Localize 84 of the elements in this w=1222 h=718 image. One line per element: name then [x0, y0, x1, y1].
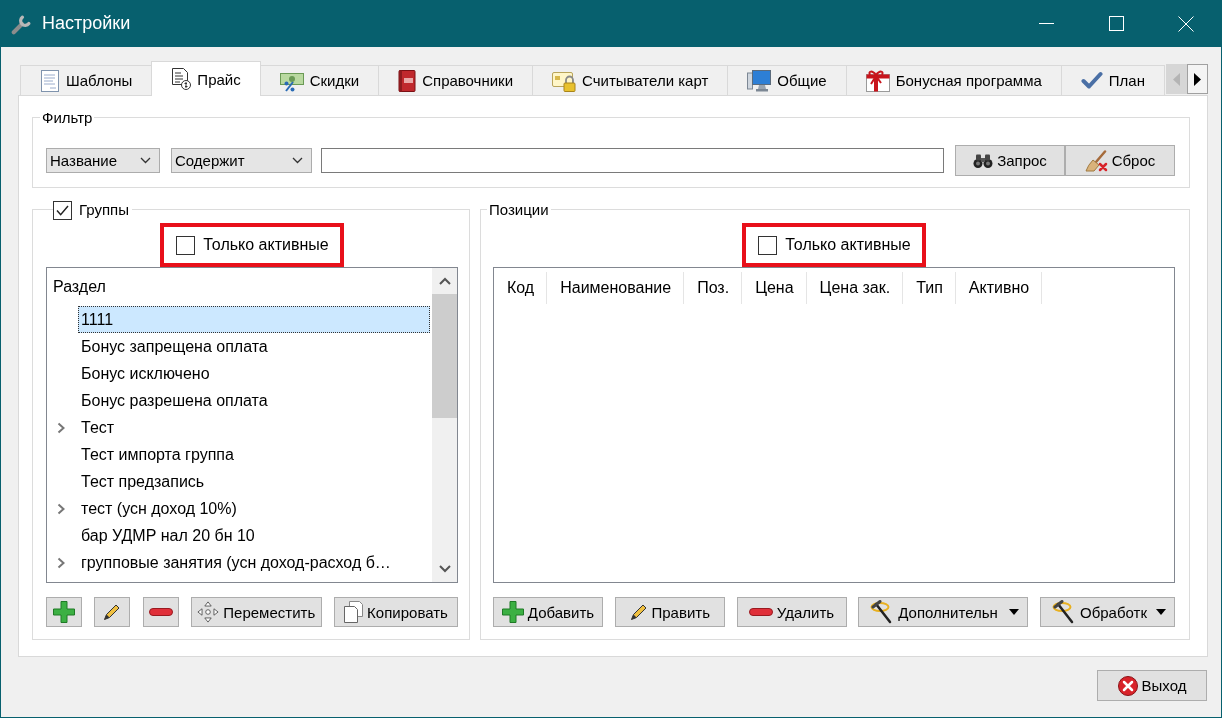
minimize-icon — [1038, 23, 1054, 24]
tab[interactable]: Бонусная программа — [845, 65, 1062, 95]
document-coin-icon — [171, 68, 192, 90]
checkbox[interactable] — [176, 235, 196, 255]
field-dropdown[interactable]: Название — [46, 148, 160, 173]
reset-button[interactable]: Сброс — [1065, 145, 1175, 176]
chevron-down-icon — [140, 157, 151, 164]
monitor-icon — [747, 69, 772, 92]
checkbox[interactable] — [758, 235, 778, 255]
column-header[interactable]: Цена зак. — [806, 272, 904, 304]
edit-button[interactable]: Править — [614, 597, 725, 627]
copy-icon — [344, 601, 364, 623]
checkbox-label: Только активные — [203, 236, 329, 254]
chevron-down-icon[interactable] — [438, 565, 451, 573]
copy-button[interactable]: Копировать — [334, 597, 458, 627]
tree-item[interactable]: Тест — [78, 414, 430, 441]
minus-icon — [748, 607, 773, 617]
column-header[interactable]: Наименование — [547, 272, 685, 304]
column-header[interactable]: Активно — [955, 272, 1043, 304]
close-icon — [1178, 15, 1194, 32]
chevron-right-icon[interactable] — [57, 556, 65, 569]
processing-button[interactable]: Обработк — [1040, 597, 1175, 627]
tree-item[interactable]: Бонус разрешена оплата — [78, 387, 430, 414]
chevron-down-icon — [292, 157, 303, 164]
tab[interactable]: План — [1060, 65, 1165, 95]
tree-item[interactable]: Тест импорта группа — [78, 441, 430, 468]
chevron-right-icon[interactable] — [57, 502, 65, 515]
search-field[interactable] — [321, 148, 944, 173]
tree-item[interactable]: групповые занятия (усн доход-расход б… — [78, 549, 430, 576]
scrollbar[interactable] — [432, 268, 457, 582]
move-button[interactable]: Переместить — [190, 597, 322, 627]
column-header: Раздел — [53, 277, 107, 297]
tab[interactable]: Шаблоны — [20, 65, 153, 95]
document-icon — [40, 69, 60, 92]
scroll-right-button[interactable] — [1187, 64, 1208, 94]
exit-button[interactable]: Выход — [1097, 670, 1207, 701]
minus-icon — [148, 607, 173, 617]
binoculars-icon — [973, 153, 994, 168]
move-arrows-icon — [197, 601, 220, 623]
plus-icon — [501, 601, 524, 623]
tree-item[interactable]: Бонус запрещена оплата — [78, 333, 430, 360]
condition-dropdown[interactable]: Содержит — [171, 148, 312, 173]
triangle-right-icon — [1194, 72, 1201, 86]
checkmark-icon — [56, 204, 69, 216]
pencil-icon — [629, 603, 648, 621]
tree-item[interactable]: Тест предзапись — [78, 468, 430, 495]
query-button[interactable]: Запрос — [955, 145, 1065, 176]
wand-icon — [1052, 600, 1076, 624]
edit-button[interactable] — [94, 597, 131, 627]
more-button[interactable]: Дополнительн — [858, 597, 1029, 627]
checkbox[interactable] — [53, 200, 72, 220]
pencil-icon — [103, 603, 122, 621]
card-lock-icon — [552, 69, 577, 92]
delete-button[interactable]: Удалить — [736, 597, 847, 627]
tree-item[interactable]: Бонус исключено — [78, 360, 430, 387]
check-icon — [1080, 71, 1103, 90]
add-button[interactable] — [46, 597, 82, 627]
chevron-up-icon[interactable] — [438, 277, 451, 285]
tab[interactable]: Общие — [727, 65, 847, 95]
scroll-thumb[interactable] — [432, 294, 457, 418]
window-title: Настройки — [42, 13, 132, 34]
gift-icon — [865, 69, 890, 92]
checkbox-label: Только активные — [785, 236, 911, 254]
tree-item[interactable]: бар УДМР нал 20 бн 10 — [78, 522, 430, 549]
column-header[interactable]: Цена — [742, 272, 807, 304]
delete-button[interactable] — [142, 597, 179, 627]
add-button[interactable]: Добавить — [493, 597, 603, 627]
tree-item[interactable]: 1111 — [78, 306, 430, 333]
book-icon — [398, 69, 417, 92]
tab[interactable]: Прайс — [151, 61, 261, 96]
tab[interactable]: Справочники — [378, 65, 534, 95]
chevron-right-icon[interactable] — [57, 421, 65, 434]
close-circle-icon — [1117, 675, 1138, 696]
tab[interactable]: Считыватели карт — [532, 65, 729, 95]
wrench-icon — [11, 12, 33, 35]
tab[interactable]: Скидки — [259, 65, 380, 95]
broom-icon — [1084, 149, 1108, 172]
triangle-left-icon — [1173, 72, 1180, 86]
maximize-icon — [1108, 16, 1124, 31]
column-header[interactable]: Поз. — [684, 272, 743, 304]
column-header[interactable]: Код — [494, 272, 548, 304]
tree-item[interactable]: тест (усн доход 10%) — [78, 495, 430, 522]
plus-icon — [53, 601, 75, 623]
column-header[interactable]: Тип — [903, 272, 956, 304]
